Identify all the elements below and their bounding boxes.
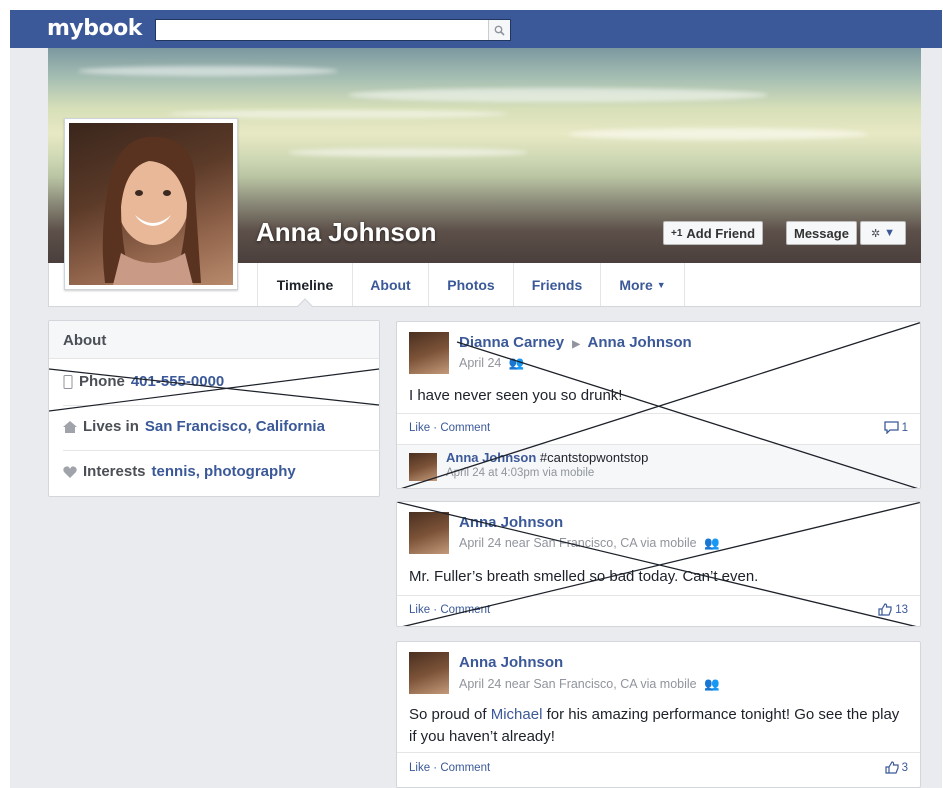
post-target[interactable]: Anna Johnson <box>588 334 692 351</box>
like-count-value: 3 <box>901 761 908 774</box>
like-count-value: 13 <box>895 603 908 616</box>
tab-more[interactable]: More ▼ <box>600 263 685 306</box>
thumbs-up-icon <box>878 603 892 616</box>
comment-line: Anna Johnson #cantstopwontstop <box>446 450 648 465</box>
post-text: Mr. Fuller’s breath smelled so bad today… <box>409 568 759 585</box>
post-author[interactable]: Anna Johnson <box>459 654 563 671</box>
gear-icon: ✲ <box>870 227 881 240</box>
post-meta: April 24 near San Francisco, CA via mobi… <box>459 536 720 551</box>
page-frame: mybook Anna Johnson +1 Add Friend Messag… <box>10 10 942 788</box>
arrow-right-icon: ▶ <box>572 339 580 350</box>
profile-name: Anna Johnson <box>256 217 437 247</box>
mentioned-user-link[interactable]: Michael <box>491 706 543 723</box>
comment-area: Anna Johnson #cantstopwontstop April 24 … <box>397 445 920 488</box>
profile-photo <box>69 123 233 285</box>
tab-about[interactable]: About <box>352 263 428 306</box>
divider <box>63 450 381 451</box>
comment-meta: April 24 at 4:03pm via mobile <box>446 467 595 479</box>
tab-more-label: More <box>619 276 653 293</box>
post-card: Dianna Carney ▶ Anna Johnson April 24 👥 … <box>396 321 921 489</box>
interests-value[interactable]: tennis, photography <box>152 463 296 480</box>
portrait-illustration <box>102 136 201 285</box>
cover-wave <box>348 88 768 102</box>
caret-down-icon: ▼ <box>884 227 896 239</box>
cover-wave <box>78 66 338 76</box>
comment-count-value: 1 <box>901 421 908 434</box>
divider <box>397 595 920 596</box>
cover-wave <box>568 128 868 140</box>
about-interests-row: Interests tennis, photography <box>63 463 296 480</box>
active-tab-pointer <box>297 298 313 307</box>
comment-avatar[interactable] <box>409 453 437 481</box>
divider <box>63 405 381 406</box>
message-label: Message <box>794 225 849 241</box>
post-meta-text: April 24 near San Francisco, CA via mobi… <box>459 536 697 550</box>
divider <box>397 752 920 753</box>
cover-wave <box>168 110 508 118</box>
post-author[interactable]: Dianna Carney <box>459 334 564 351</box>
lives-label: Lives in <box>83 418 139 435</box>
about-title: About <box>49 321 379 359</box>
author-avatar[interactable] <box>409 652 449 694</box>
caret-down-icon: ▼ <box>656 279 666 290</box>
search-input[interactable] <box>155 19 511 41</box>
post-author-line: Dianna Carney ▶ Anna Johnson <box>459 334 692 351</box>
settings-dropdown-button[interactable]: ✲ ▼ <box>860 221 906 245</box>
author-avatar[interactable] <box>409 512 449 554</box>
about-phone-row: Phone 401-555-0000 <box>63 373 224 390</box>
post-date-text[interactable]: April 24 <box>459 356 501 370</box>
add-friend-label: Add Friend <box>686 225 756 241</box>
like-count[interactable]: 13 <box>878 603 908 616</box>
friends-icon: 👥 <box>704 677 720 691</box>
add-friend-icon: +1 <box>671 227 683 239</box>
friends-icon: 👥 <box>704 536 720 550</box>
add-friend-button[interactable]: +1 Add Friend <box>663 221 764 245</box>
comment-author[interactable]: Anna Johnson <box>446 450 536 465</box>
post-text: I have never seen you so drunk! <box>409 387 623 404</box>
post-text-part: So proud of <box>409 706 491 723</box>
search-icon <box>494 25 505 36</box>
phone-value[interactable]: 401-555-0000 <box>131 373 224 390</box>
like-count[interactable]: 3 <box>884 761 908 774</box>
interests-label: Interests <box>83 463 146 480</box>
post-actions[interactable]: Like · Comment <box>409 762 490 774</box>
post-date: April 24 👥 <box>459 356 524 371</box>
comment-text: #cantstopwontstop <box>539 450 649 465</box>
heart-icon <box>63 465 77 478</box>
profile-picture[interactable] <box>64 118 238 290</box>
friends-icon: 👥 <box>508 356 525 370</box>
post-actions[interactable]: Like · Comment <box>409 604 490 616</box>
post-card: Anna Johnson April 24 near San Francisco… <box>396 501 921 627</box>
post-text: So proud of Michael for his amazing perf… <box>409 704 909 748</box>
phone-label: Phone <box>79 373 125 390</box>
about-card: About Phone 401-555-0000 Lives in San Fr… <box>48 320 381 497</box>
tab-friends[interactable]: Friends <box>513 263 600 306</box>
about-lives-row: Lives in San Francisco, California <box>63 418 325 435</box>
lives-value[interactable]: San Francisco, California <box>145 418 325 435</box>
search-button[interactable] <box>488 20 510 40</box>
phone-icon <box>63 374 73 389</box>
post-meta-text: April 24 near San Francisco, CA via mobi… <box>459 677 697 691</box>
post-author[interactable]: Anna Johnson <box>459 514 563 531</box>
post-card: Anna Johnson April 24 near San Francisco… <box>396 641 921 788</box>
comment-icon <box>883 421 899 434</box>
top-bar: mybook <box>10 10 942 48</box>
post-meta: April 24 near San Francisco, CA via mobi… <box>459 677 720 692</box>
thumbs-up-icon <box>884 761 899 774</box>
home-icon <box>63 420 77 433</box>
author-avatar[interactable] <box>409 332 449 374</box>
message-button[interactable]: Message <box>786 221 857 245</box>
cover-wave <box>288 148 528 157</box>
divider <box>397 413 920 414</box>
comment-count[interactable]: 1 <box>883 421 908 434</box>
logo[interactable]: mybook <box>47 16 142 41</box>
tab-photos[interactable]: Photos <box>428 263 513 306</box>
post-actions[interactable]: Like · Comment <box>409 422 490 434</box>
